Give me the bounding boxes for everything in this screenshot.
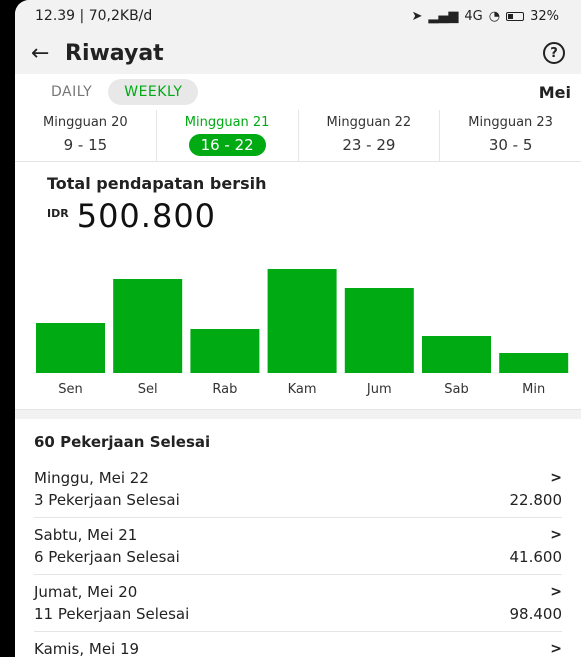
bar-sen xyxy=(36,323,105,373)
jobs-section: 60 Pekerjaan Selesai Minggu, Mei 22 > 3 P… xyxy=(15,419,581,657)
bar-label-jum: Jum xyxy=(366,382,392,397)
bar-label-sab: Sab xyxy=(444,382,468,397)
week-selector: Mingguan 20 9 - 15 Mingguan 21 16 - 22 M… xyxy=(15,110,581,162)
chevron-right-icon: > xyxy=(550,641,562,657)
bar-kam xyxy=(267,269,337,373)
week-item[interactable]: Mingguan 22 23 - 29 xyxy=(299,110,441,161)
item-value: 98.400 xyxy=(509,605,563,623)
week-range: 23 - 29 xyxy=(342,136,396,154)
app-bar: ← Riwayat ? xyxy=(15,32,581,74)
battery-percent: 32% xyxy=(530,8,559,24)
item-day: Jumat, Mei 20 xyxy=(34,583,138,601)
arrow-left-icon[interactable]: ← xyxy=(31,41,65,66)
list-item[interactable]: Kamis, Mei 19 > xyxy=(34,632,562,657)
status-right: ➤ ▂▄▆ 4G ◔ 32% xyxy=(411,9,559,24)
status-bar: 12.39 | 70,2KB/d ➤ ▂▄▆ 4G ◔ 32% xyxy=(15,0,581,32)
question-circle-icon[interactable]: ? xyxy=(543,42,565,64)
list-item[interactable]: Jumat, Mei 20 > 11 Pekerjaan Selesai 98.40… xyxy=(34,575,562,632)
item-day: Minggu, Mei 22 xyxy=(34,469,149,487)
signal-icon: ▂▄▆ xyxy=(428,8,459,24)
tab-weekly[interactable]: WEEKLY xyxy=(108,79,199,105)
app-screen: 12.39 | 70,2KB/d ➤ ▂▄▆ 4G ◔ 32% ← Riwaya… xyxy=(15,0,581,657)
list-item[interactable]: Minggu, Mei 22 > 3 Pekerjaan Selesai 22.80… xyxy=(34,461,562,518)
chevron-right-icon: > xyxy=(550,584,562,600)
status-left: 12.39 | 70,2KB/d xyxy=(35,8,153,24)
item-count: 11 Pekerjaan Selesai xyxy=(34,605,190,623)
week-label: Mingguan 21 xyxy=(184,115,270,130)
network-type: 4G xyxy=(464,8,483,24)
earnings-label: Total pendapatan bersih xyxy=(47,174,267,193)
week-label: Mingguan 20 xyxy=(43,115,128,130)
chevron-right-icon: > xyxy=(550,470,562,486)
section-divider xyxy=(15,409,581,419)
item-day: Sabtu, Mei 21 xyxy=(34,526,138,544)
week-label: Mingguan 23 xyxy=(468,115,553,130)
earnings-summary: Total pendapatan bersih IDR 500.800 xyxy=(15,162,581,235)
status-time: 12.39 xyxy=(35,8,76,24)
month-label[interactable]: Mei xyxy=(539,83,571,102)
bar-label-min: Min xyxy=(522,382,545,397)
bar-jum xyxy=(344,288,414,373)
bar-rab xyxy=(190,329,260,373)
week-item-selected[interactable]: Mingguan 21 16 - 22 xyxy=(157,110,299,161)
week-range: 30 - 5 xyxy=(488,136,533,154)
item-day: Kamis, Mei 19 xyxy=(34,640,140,657)
week-label: Mingguan 22 xyxy=(326,115,412,130)
page-title: Riwayat xyxy=(65,40,164,66)
bar-sab xyxy=(422,336,491,373)
bar-min xyxy=(499,353,569,373)
currency-label: IDR xyxy=(47,207,69,220)
week-item[interactable]: Mingguan 23 30 - 5 xyxy=(440,110,581,161)
wifi-icon: ◔ xyxy=(488,8,501,24)
item-count: 6 Pekerjaan Selesai xyxy=(34,548,180,566)
week-range: 9 - 15 xyxy=(63,136,108,154)
period-tabs: DAILY WEEKLY Mei xyxy=(15,74,581,110)
battery-icon xyxy=(506,11,525,21)
bar-label-rab: Rab xyxy=(212,382,237,397)
tab-daily[interactable]: DAILY xyxy=(35,79,108,105)
location-icon: ➤ xyxy=(411,8,423,24)
week-range: 16 - 22 xyxy=(188,134,266,156)
bar-label-kam: Kam xyxy=(288,382,317,397)
item-value: 41.600 xyxy=(509,548,563,566)
item-value: 22.800 xyxy=(509,491,563,509)
item-count: 3 Pekerjaan Selesai xyxy=(34,491,180,509)
list-item[interactable]: Sabtu, Mei 21 > 6 Pekerjaan Selesai 41.600 xyxy=(34,518,562,575)
earnings-row: IDR 500.800 xyxy=(47,197,581,235)
bar-sel xyxy=(113,279,183,373)
jobs-title: 60 Pekerjaan Selesai xyxy=(34,433,211,451)
chart-svg: Sen Sel Rab Kam Jum Sab Min xyxy=(36,269,569,397)
week-item[interactable]: Mingguan 20 9 - 15 xyxy=(15,110,157,161)
earnings-bar-chart: Sen Sel Rab Kam Jum Sab Min xyxy=(15,241,581,409)
status-speed: 70,2KB/d xyxy=(88,8,153,24)
earnings-amount: 500.800 xyxy=(76,197,217,235)
bar-label-sen: Sen xyxy=(58,382,83,397)
chevron-right-icon: > xyxy=(550,527,562,543)
bar-label-sel: Sel xyxy=(138,382,158,397)
